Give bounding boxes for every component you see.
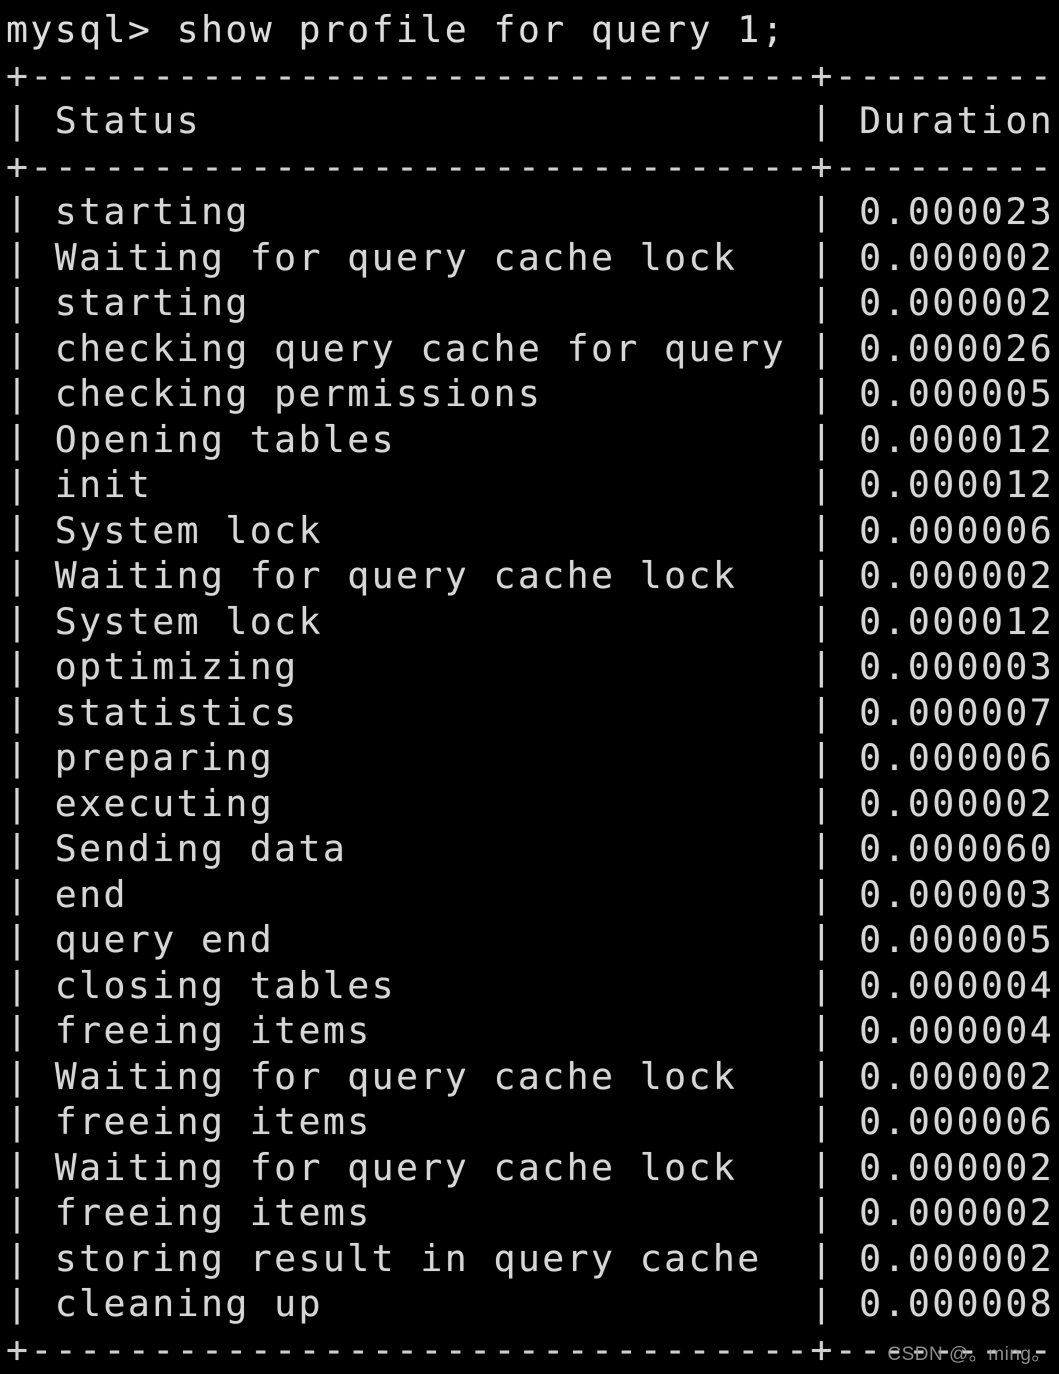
table-row: | executing | 0.000002 | bbox=[6, 781, 1059, 825]
table-row: | Sending data | 0.000060 | bbox=[6, 827, 1059, 870]
table-row: | storing result in query cache | 0.0000… bbox=[6, 1236, 1059, 1280]
table-row: | System lock | 0.000012 | bbox=[6, 599, 1059, 643]
table-row: | Waiting for query cache lock | 0.00000… bbox=[6, 1145, 1059, 1189]
table-row: | cleaning up | 0.000008 | bbox=[6, 1282, 1059, 1325]
table-row: | init | 0.000012 | bbox=[6, 463, 1059, 506]
table-row: | end | 0.000003 | bbox=[6, 872, 1059, 916]
table-row: | freeing items | 0.000004 | bbox=[6, 1009, 1059, 1052]
table-row: | Opening tables | 0.000012 | bbox=[6, 417, 1059, 461]
command-prompt-line: mysql> show profile for query 1; bbox=[6, 8, 786, 51]
table-row: | starting | 0.000002 | bbox=[6, 281, 1059, 324]
table-row: | checking permissions | 0.000005 | bbox=[6, 372, 1059, 415]
table-row: | starting | 0.000023 | bbox=[6, 190, 1059, 233]
table-row: | preparing | 0.000006 | bbox=[6, 736, 1059, 779]
table-row: | freeing items | 0.000006 | bbox=[6, 1100, 1059, 1143]
table-row: | System lock | 0.000006 | bbox=[6, 508, 1059, 552]
table-row: | statistics | 0.000007 | bbox=[6, 690, 1059, 734]
table-header-separator: +--------------------------------+------… bbox=[6, 144, 1059, 188]
table-row: | Waiting for query cache lock | 0.00000… bbox=[6, 554, 1059, 597]
table-row: | Waiting for query cache lock | 0.00000… bbox=[6, 1054, 1059, 1098]
terminal-window[interactable]: mysql> show profile for query 1; +------… bbox=[0, 0, 1059, 1374]
table-top-border: +--------------------------------+------… bbox=[6, 53, 1059, 97]
table-header-row: | Status | Duration | bbox=[6, 99, 1059, 142]
table-row: | query end | 0.000005 | bbox=[6, 918, 1059, 961]
table-bottom-border: +--------------------------------+------… bbox=[6, 1327, 1059, 1371]
table-row: | closing tables | 0.000004 | bbox=[6, 963, 1059, 1007]
table-row: | optimizing | 0.000003 | bbox=[6, 645, 1059, 688]
table-body: | starting | 0.000023 | | Waiting for que… bbox=[6, 189, 1059, 1327]
table-row: | checking query cache for query | 0.000… bbox=[6, 326, 1059, 370]
table-row: | Waiting for query cache lock | 0.00000… bbox=[6, 235, 1059, 279]
table-row: | freeing items | 0.000002 | bbox=[6, 1191, 1059, 1234]
